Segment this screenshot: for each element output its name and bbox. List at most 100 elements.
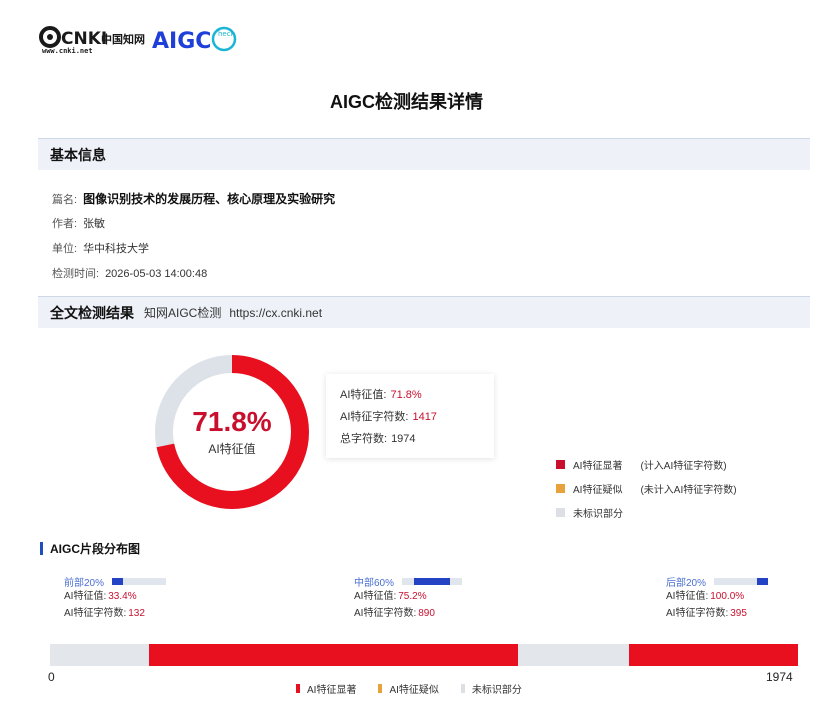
stat-ai-chars-label: AI特征字符数:: [340, 411, 409, 423]
legend-label-significant: AI特征显著: [573, 460, 623, 472]
aigc-check-logo: AIGC heck: [152, 23, 248, 55]
stat-total-label: 总字符数:: [340, 433, 388, 445]
legend-swatch-unmarked: [556, 507, 565, 517]
dist-legend-swatch-unmarked: [460, 684, 465, 693]
info-unit-value: 华中科技大学: [83, 243, 150, 255]
ai-donut-chart: 71.8% AI特征值: [152, 352, 312, 512]
stat-total-row: 总字符数: 1974: [340, 428, 480, 450]
dist-legend-swatch-significant: [296, 684, 300, 693]
segment-front-ai-label: AI特征值:: [64, 591, 107, 602]
dist-legend-label-suspected: AI特征疑似: [389, 685, 439, 696]
segment-back-chars: 395: [730, 608, 747, 619]
segment-middle-ai-value: 75.2%: [398, 591, 427, 602]
segment-middle-chars: 890: [418, 608, 435, 619]
segment-back-indicator-fill: [757, 577, 768, 585]
dist-legend-label-significant: AI特征显著: [307, 685, 357, 696]
segment-front-indicator: [112, 577, 167, 585]
dist-legend-suspected: AI特征疑似: [378, 681, 439, 696]
basic-info-heading: 基本信息: [50, 146, 106, 163]
segment-front-header: 前部20%: [64, 574, 167, 589]
distribution-bar-significant-segment: [148, 644, 519, 666]
segment-front-chars: 132: [128, 608, 145, 619]
stats-card: AI特征值: 71.8% AI特征字符数: 1417 总字符数: 1974: [326, 374, 494, 458]
legend-item-suspected: AI特征疑似 (未计入AI特征字符数): [556, 476, 737, 500]
segment-back-ai-row: AI特征值: 100.0%: [666, 588, 768, 605]
distribution-title-marker: [40, 542, 43, 555]
info-unit-key: 单位:: [52, 243, 78, 255]
segment-middle-chars-label: AI特征字符数:: [354, 608, 417, 619]
dist-legend-label-unmarked: 未标识部分: [471, 685, 522, 696]
segment-back-chars-label: AI特征字符数:: [666, 608, 729, 619]
donut-center: 71.8% AI特征值: [152, 352, 312, 512]
cnki-logo: CNKI 中国知网 www.cnki.net: [38, 23, 150, 55]
info-author-row: 作者: 张敏: [52, 215, 105, 231]
stat-ai-chars: 1417: [412, 411, 437, 423]
distribution-title-text: AIGC片段分布图: [50, 542, 141, 556]
distribution-bar: [50, 644, 798, 666]
info-author-key: 作者:: [52, 218, 78, 230]
legend-label-unmarked: 未标识部分: [573, 508, 623, 520]
full-result-heading: 全文检测结果: [50, 304, 134, 321]
basic-info-header: 基本信息: [38, 138, 810, 170]
full-result-subtitle: 知网AIGC检测: [144, 306, 222, 320]
distribution-bar-significant-segment: [629, 644, 798, 666]
donut-label: AI特征值: [208, 441, 256, 456]
full-result-header: 全文检测结果 知网AIGC检测 https://cx.cnki.net: [38, 296, 810, 328]
dist-legend-significant: AI特征显著: [296, 681, 356, 696]
segment-front-indicator-fill: [112, 577, 123, 585]
donut-percent: 71.8%: [192, 405, 272, 437]
segment-front-name: 前部20%: [64, 577, 105, 589]
info-author-value: 张敏: [83, 218, 106, 230]
segment-middle-ai-row: AI特征值: 75.2%: [354, 588, 462, 605]
info-time-value: 2026-05-03 14:00:48: [105, 268, 208, 280]
segment-back: 后部20% AI特征值: 100.0% AI特征字符数: 395: [666, 574, 769, 622]
segment-front-chars-label: AI特征字符数:: [64, 608, 127, 619]
legend-swatch-suspected: [556, 483, 565, 493]
dist-legend-swatch-suspected: [378, 684, 383, 693]
segment-middle-name: 中部60%: [354, 577, 395, 589]
stat-ai-value: 71.8%: [390, 389, 422, 401]
segment-back-name: 后部20%: [666, 577, 707, 589]
aigc-logo-sub: heck: [218, 30, 236, 38]
segment-back-chars-row: AI特征字符数: 395: [666, 605, 768, 622]
segment-middle-indicator: [402, 577, 463, 585]
cnki-logo-url: www.cnki.net: [42, 47, 93, 55]
segment-front-ai-value: 33.4%: [108, 591, 137, 602]
legend-item-significant: AI特征显著 (计入AI特征字符数): [556, 452, 737, 476]
segment-back-ai-label: AI特征值:: [666, 591, 709, 602]
info-title-row: 篇名: 图像识别技术的发展历程、核心原理及实验研究: [52, 190, 335, 207]
stat-ai-value-label: AI特征值:: [340, 389, 387, 401]
dist-legend-unmarked: 未标识部分: [460, 681, 522, 696]
segment-back-header: 后部20%: [666, 574, 769, 589]
segment-front: 前部20% AI特征值: 33.4% AI特征字符数: 132: [64, 574, 167, 622]
legend-note-significant: (计入AI特征字符数): [640, 460, 727, 472]
legend-item-unmarked: 未标识部分: [556, 500, 737, 524]
page-title: AIGC检测结果详情: [330, 92, 483, 112]
distribution-legend: AI特征显著 AI特征疑似 未标识部分: [296, 681, 544, 696]
segment-front-chars-row: AI特征字符数: 132: [64, 605, 166, 622]
legend-label-suspected: AI特征疑似: [573, 484, 623, 496]
info-title-key: 篇名:: [52, 194, 78, 206]
info-time-key: 检测时间:: [52, 268, 100, 280]
stat-ai-value-row: AI特征值: 71.8%: [340, 384, 480, 406]
segment-middle-chars-row: AI特征字符数: 890: [354, 605, 462, 622]
bar-end-label: 1974: [766, 670, 793, 684]
segment-middle-indicator-fill: [414, 577, 451, 585]
legend-note-suspected: (未计入AI特征字符数): [640, 484, 737, 496]
stat-total: 1974: [391, 433, 416, 445]
segment-front-ai-row: AI特征值: 33.4%: [64, 588, 166, 605]
bar-start-label: 0: [48, 670, 55, 684]
header-logos: CNKI 中国知网 www.cnki.net AIGC heck: [38, 22, 248, 56]
aigc-logo-text: AIGC: [152, 29, 211, 54]
info-title-value: 图像识别技术的发展历程、核心原理及实验研究: [83, 192, 336, 206]
legend-swatch-significant: [556, 459, 565, 469]
segment-middle: 中部60% AI特征值: 75.2% AI特征字符数: 890: [354, 574, 463, 622]
cnki-logo-cn: 中国知网: [101, 32, 145, 46]
result-legend: AI特征显著 (计入AI特征字符数) AI特征疑似 (未计入AI特征字符数) 未…: [556, 452, 737, 524]
segment-middle-ai-label: AI特征值:: [354, 591, 397, 602]
full-result-url[interactable]: https://cx.cnki.net: [229, 306, 322, 320]
segment-back-ai-value: 100.0%: [710, 591, 745, 602]
info-unit-row: 单位: 华中科技大学: [52, 240, 149, 256]
info-time-row: 检测时间: 2026-05-03 14:00:48: [52, 265, 207, 281]
stat-ai-chars-row: AI特征字符数: 1417: [340, 406, 480, 428]
